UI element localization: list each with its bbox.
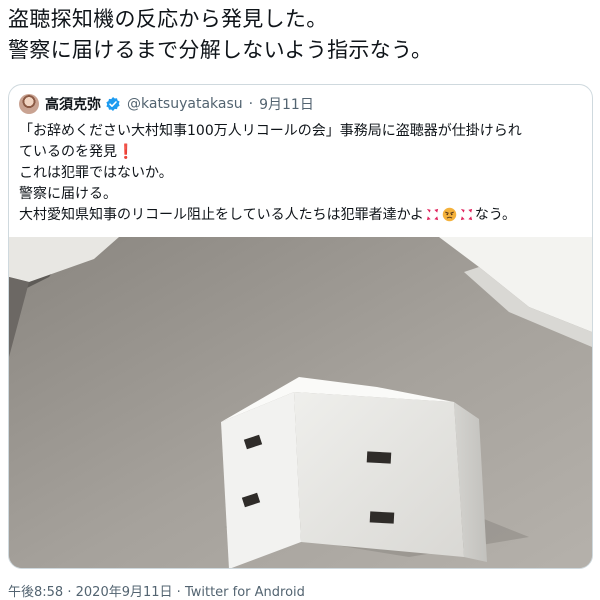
photo-content bbox=[9, 237, 592, 568]
avatar[interactable] bbox=[19, 94, 39, 114]
quoted-text-segment: ているのを発見 bbox=[19, 144, 117, 160]
anger-symbol-icon bbox=[460, 208, 473, 221]
quoted-text-segment: なう。 bbox=[474, 207, 517, 223]
quoted-text-segment: 大村愛知県知事のリコール阻止をしている人たちは犯罪者達かよ bbox=[19, 207, 424, 223]
anger-symbol-icon bbox=[426, 208, 439, 221]
tweet-date[interactable]: 2020年9月11日 bbox=[76, 585, 173, 600]
tweet-time[interactable]: 午後8:58 bbox=[8, 585, 63, 600]
verified-badge-icon bbox=[106, 97, 120, 111]
quoted-text-line: 「お辞めください大村知事100万人リコールの会」事務局に盗聴器が仕掛けられ bbox=[19, 123, 522, 139]
quoted-text-line: これは犯罪ではないか。 bbox=[19, 165, 173, 181]
quoted-tweet-header: 高須克弥 @katsuyatakasu · 9月11日 bbox=[19, 93, 314, 115]
quoted-tweet-card[interactable]: 高須克弥 @katsuyatakasu · 9月11日 「お辞めください大村知事… bbox=[8, 84, 593, 569]
exclamation-icon: ❗ bbox=[117, 144, 135, 160]
quoted-text-line: 大村愛知県知事のリコール阻止をしている人たちは犯罪者達かよ なう。 bbox=[19, 205, 579, 226]
quoted-tweet-date[interactable]: 9月11日 bbox=[259, 94, 314, 114]
author-display-name[interactable]: 高須克弥 bbox=[45, 94, 101, 114]
tweet-text: 盗聴探知機の反応から発見した。 警察に届けるまで分解しないよう指示なう。 bbox=[8, 4, 593, 66]
angry-face-icon bbox=[442, 207, 457, 222]
tweet-text-line: 警察に届けるまで分解しないよう指示なう。 bbox=[8, 38, 433, 62]
attached-photo[interactable] bbox=[9, 237, 592, 568]
tweet-meta-footer: 午後8:58 · 2020年9月11日 · Twitter for Androi… bbox=[8, 581, 305, 600]
meta-separator: · bbox=[176, 585, 181, 600]
meta-separator: · bbox=[248, 96, 254, 112]
quoted-text-line: 警察に届ける。 bbox=[19, 186, 117, 202]
quoted-tweet-text: 「お辞めください大村知事100万人リコールの会」事務局に盗聴器が仕掛けられ てい… bbox=[19, 121, 579, 226]
quoted-text-line: ているのを発見❗ bbox=[19, 142, 579, 163]
tweet-source[interactable]: Twitter for Android bbox=[185, 585, 305, 600]
tweet-text-line: 盗聴探知機の反応から発見した。 bbox=[8, 7, 328, 31]
author-handle[interactable]: @katsuyatakasu bbox=[127, 96, 243, 112]
meta-separator: · bbox=[67, 585, 72, 600]
